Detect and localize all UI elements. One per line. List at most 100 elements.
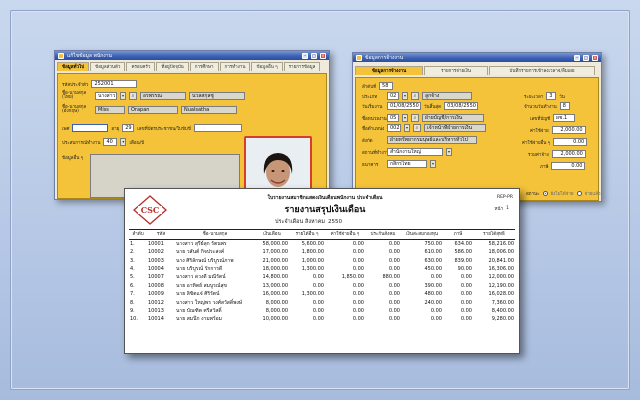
position-name-field[interactable]: ฝ่ายบัญชี/การเงิน — [422, 114, 484, 122]
period-field[interactable]: 3 — [546, 92, 557, 100]
work-days-field[interactable]: 8 — [559, 102, 570, 110]
col-header: รหัส — [147, 229, 175, 240]
name-en-prefix-field[interactable]: Miss — [95, 106, 125, 114]
tab-timesheet[interactable]: บันทึกรายการเข้าลงเวลาจ/ลืมเผย — [489, 66, 595, 75]
col-header: ลำดับ — [129, 229, 147, 240]
tab-personal[interactable]: ข้อมูลส่วนตัว — [90, 62, 126, 71]
employee-code-label: รหัสประจำตัว — [62, 82, 89, 88]
search-icon[interactable]: ⌕ — [129, 92, 137, 100]
social-security-cell: 0.00 — [388, 265, 400, 272]
table-row: 2. 10002 นาย วสันต์ กิจประสงค์ 17,000.00 1,8… — [129, 248, 515, 256]
row-no-cell: 6. — [130, 282, 135, 289]
report-table: ลำดับ รหัส ชื่อ-นามสกุล เงินเดือน รายได้… — [129, 229, 515, 324]
name-en-last-field[interactable]: Nualsatha — [181, 106, 237, 114]
position-label: ชื่อหน่วยงาน — [362, 116, 387, 122]
name-en-label: ชื่อ-นามสกุล (อังกฤษ) — [62, 105, 87, 114]
search-icon[interactable]: ⌕ — [411, 92, 419, 100]
report-company: ใบรายงานสมาชิกแสดงเงินเดือนพนักงาน ประจำ… — [267, 195, 383, 201]
tab-general[interactable]: ข้อมูลทั่วไป — [57, 62, 90, 71]
salary-cell: 10,000.00 — [262, 316, 288, 323]
employee-name-cell: นาง ศิริลักษณ์ บริบูรณ์ภาพ — [176, 257, 234, 264]
social-security-cell: 0.00 — [388, 307, 400, 314]
age-field[interactable]: 29 — [122, 124, 135, 132]
notes-label: ข้อมูลอื่น ๆ — [62, 156, 84, 161]
place-field[interactable]: สำนักงานใหญ่ — [387, 148, 443, 156]
row-no-cell: 1. — [130, 241, 135, 247]
chevron-down-icon[interactable]: ▾ — [404, 124, 410, 132]
experience-field[interactable]: 40 — [103, 138, 118, 146]
type-label: ประเภท — [362, 94, 378, 100]
tab-payments[interactable]: รายการจ่ายเงิน — [424, 66, 488, 75]
row-no-cell: 5. — [130, 274, 135, 281]
order-field[interactable]: 58 — [379, 82, 394, 90]
row-no-cell: 2. — [130, 249, 135, 256]
id-card-field[interactable] — [193, 124, 242, 132]
close-icon[interactable]: × — [320, 52, 326, 59]
tab-employment[interactable]: ข้อมูลการจ้างงาน — [355, 66, 423, 75]
dept-name-field[interactable]: เจ้าหน้าที่ฝ่ายการเงิน — [424, 124, 486, 132]
payroll-titlebar[interactable]: ข้อมูลการจ้างงาน – □ × — [353, 53, 601, 62]
close-icon[interactable]: × — [592, 54, 598, 61]
wage-field[interactable]: 2,000.00 — [551, 126, 586, 134]
maximize-icon[interactable]: □ — [583, 54, 589, 61]
other-expense-cell: 1,850.00 — [341, 274, 364, 281]
col-header: ภาษี — [443, 229, 473, 240]
employee-code-cell: 10003 — [148, 257, 164, 264]
employee-code-cell: 10014 — [148, 316, 164, 323]
tab-education[interactable]: การศึกษา — [189, 62, 219, 71]
net-income-cell: 18,006.00 — [488, 249, 514, 256]
tab-list[interactable]: รายการข้อมูล — [283, 62, 321, 71]
position-code-field[interactable]: 05 — [387, 114, 399, 122]
chevron-down-icon[interactable]: ▾ — [446, 148, 452, 156]
name-en-first-field[interactable]: Orapan — [128, 106, 178, 114]
allowance-field[interactable]: 0.00 — [553, 138, 588, 146]
salary-cell: 18,000.00 — [262, 265, 288, 272]
area-field[interactable]: ฝ่ายทรัพยากรมนุษย์และบริหารทั่วไป — [387, 136, 477, 144]
employee-titlebar[interactable]: แก้ไขข้อมูล พนักงาน – □ × — [55, 51, 329, 60]
chevron-down-icon[interactable]: ▾ — [402, 114, 408, 122]
level-label: เลขที่บัญชี — [530, 116, 551, 122]
social-security-cell: 880.00 — [382, 274, 401, 281]
minimize-icon[interactable]: – — [574, 54, 580, 61]
tab-other[interactable]: ข้อมูลอื่น ๆ — [251, 62, 283, 71]
status-unpaid-radio[interactable] — [542, 191, 548, 196]
table-row: 4. 10004 นาย บริบูรณ์ รักการดี 18,000.00 1,3… — [129, 265, 515, 273]
minimize-icon[interactable]: – — [302, 52, 308, 59]
chevron-down-icon[interactable]: ▾ — [120, 138, 127, 146]
salary-cell: 8,000.00 — [265, 307, 288, 314]
bank-field[interactable]: กสิกรไทย — [387, 160, 427, 168]
type-code-field[interactable]: 02 — [387, 92, 399, 100]
end-date-label: วันสิ้นสุด — [424, 104, 442, 110]
chevron-down-icon[interactable]: ▾ — [120, 92, 126, 100]
type-name-field[interactable]: ลูกจ้าง — [422, 92, 472, 100]
experience-unit: เดือน/ปี — [129, 140, 145, 146]
search-icon[interactable]: ⌕ — [411, 114, 419, 122]
other-expense-cell: 0.00 — [352, 241, 364, 247]
name-th-last-field[interactable]: นวลสกุลชู — [189, 92, 245, 100]
tax-field[interactable]: 0.00 — [551, 162, 586, 170]
dept-code-field[interactable]: 002 — [387, 124, 401, 132]
work-days-label: จำนวนวันทำงาน — [524, 104, 557, 110]
maximize-icon[interactable]: □ — [311, 52, 317, 59]
chevron-down-icon[interactable]: ▾ — [402, 92, 408, 100]
status-paid-radio[interactable] — [576, 191, 582, 196]
employee-code-field[interactable]: 252001 — [91, 80, 138, 88]
tab-family[interactable]: ครอบครัว — [126, 62, 156, 71]
chevron-down-icon[interactable]: ▾ — [430, 160, 436, 168]
gender-field[interactable] — [72, 124, 109, 132]
name-th-first-field[interactable]: อรพรรณ — [140, 92, 186, 100]
report-code: REP-PR — [496, 195, 513, 200]
table-row: 8. 10012 นางสาว ใหญ่พร วงศ์สวัสดิ์พงษ์ 8,00… — [129, 298, 515, 306]
tab-address[interactable]: ที่อยู่ปัจจุบัน — [156, 62, 189, 71]
salary-cell: 13,000.00 — [262, 282, 288, 289]
order-label: ลำดับที่ — [362, 84, 377, 90]
tab-work[interactable]: การทำงาน — [219, 62, 251, 71]
name-th-prefix-field[interactable]: นางสาว — [95, 92, 117, 100]
end-date-field[interactable]: 03/08/2550 — [444, 102, 479, 110]
level-field[interactable]: ผช.1 — [553, 114, 576, 122]
start-date-field[interactable]: 01/08/2550 — [387, 102, 421, 110]
social-security-cell: 0.00 — [388, 241, 400, 247]
search-icon[interactable]: ⌕ — [413, 124, 421, 132]
total-field[interactable]: 2,000.00 — [551, 150, 586, 158]
other-income-cell: 0.00 — [312, 282, 324, 289]
